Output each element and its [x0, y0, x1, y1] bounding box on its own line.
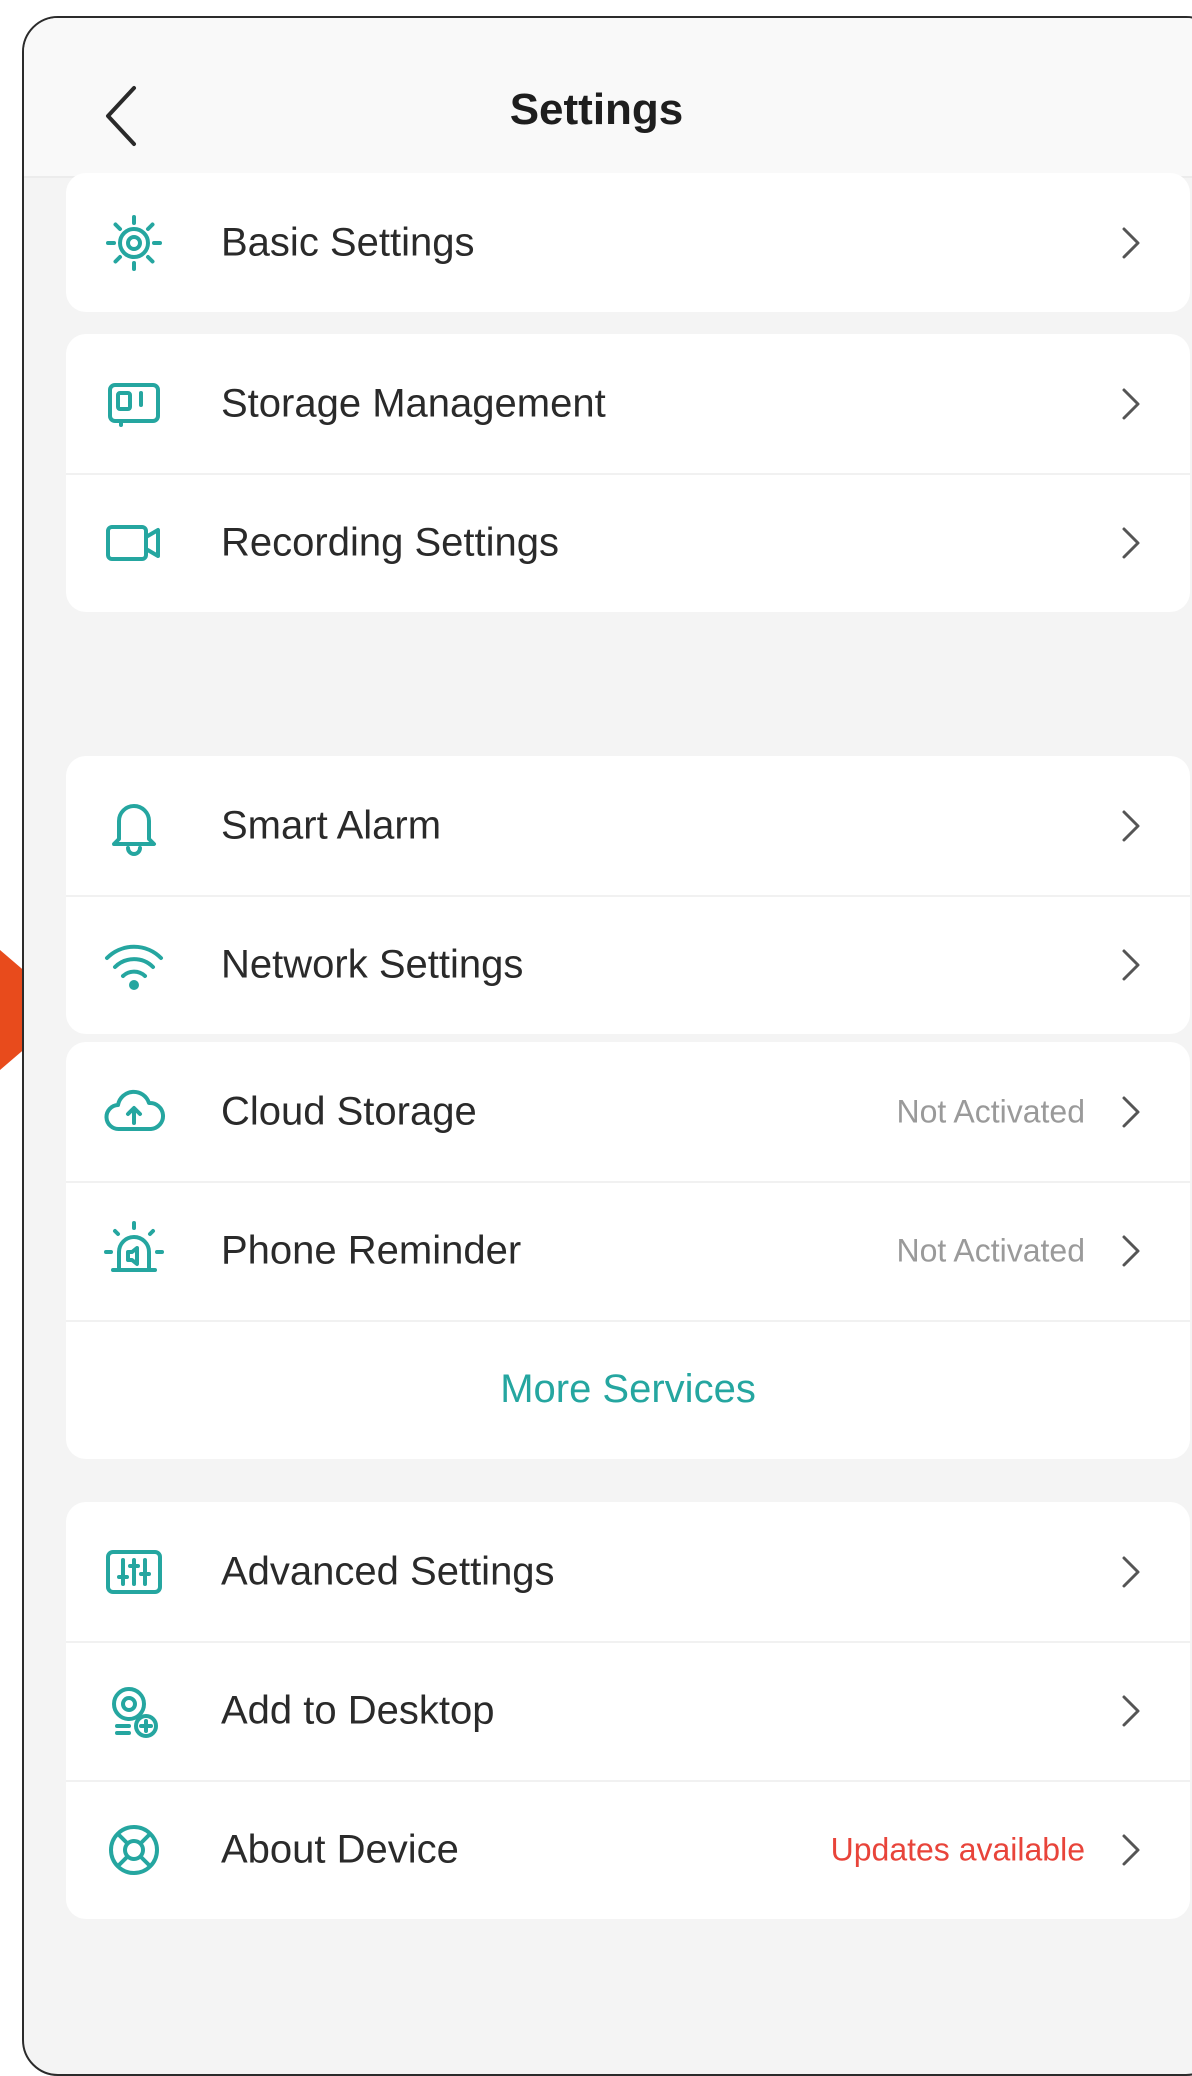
settings-group-alarm-network: Smart Alarm Network Settings	[66, 756, 1190, 1034]
settings-group-services: Cloud Storage Not Activated Phone Remind…	[66, 1042, 1190, 1459]
settings-screen: Settings Basic Settings Storage Manageme…	[22, 16, 1192, 2076]
settings-group-basic: Basic Settings	[66, 173, 1190, 312]
lifebuoy-icon	[101, 1817, 167, 1883]
sliders-icon	[101, 1539, 167, 1605]
settings-group-device: Advanced Settings Add to Desktop About D…	[66, 1502, 1190, 1919]
more-services-link[interactable]: More Services	[66, 1320, 1190, 1459]
wifi-icon	[101, 932, 167, 998]
storage-icon	[101, 371, 167, 437]
chevron-right-icon	[1122, 949, 1140, 980]
bell-icon	[101, 793, 167, 859]
row-label: Network Settings	[221, 942, 524, 986]
chevron-right-icon	[1122, 1096, 1140, 1127]
more-services-label: More Services	[500, 1367, 756, 1411]
row-cloud-storage[interactable]: Cloud Storage Not Activated	[66, 1042, 1190, 1181]
row-label: Cloud Storage	[221, 1089, 477, 1133]
chevron-right-icon	[1122, 527, 1140, 558]
update-status-text: Updates available	[830, 1831, 1085, 1867]
chevron-right-icon	[1122, 1556, 1140, 1587]
row-label: Smart Alarm	[221, 803, 442, 847]
row-recording-settings[interactable]: Recording Settings	[66, 473, 1190, 612]
row-label: Recording Settings	[221, 520, 559, 564]
row-storage-management[interactable]: Storage Management	[66, 334, 1190, 473]
nav-header: Settings	[24, 18, 1192, 178]
siren-icon	[101, 1218, 167, 1284]
chevron-right-icon	[1122, 1834, 1140, 1865]
chevron-right-icon	[1122, 810, 1140, 841]
row-label: Basic Settings	[221, 220, 475, 264]
chevron-right-icon	[1122, 1695, 1140, 1726]
row-basic-settings[interactable]: Basic Settings	[66, 173, 1190, 312]
row-label: Storage Management	[221, 381, 606, 425]
row-label: About Device	[221, 1827, 459, 1871]
row-label: Advanced Settings	[221, 1549, 555, 1593]
chevron-right-icon	[1122, 388, 1140, 419]
chevron-right-icon	[1122, 1235, 1140, 1266]
gear-icon	[101, 210, 167, 276]
video-camera-icon	[101, 510, 167, 576]
row-smart-alarm[interactable]: Smart Alarm	[66, 756, 1190, 895]
status-text: Not Activated	[896, 1232, 1085, 1268]
status-text: Not Activated	[896, 1093, 1085, 1129]
settings-group-storage: Storage Management Recording Settings	[66, 334, 1190, 612]
row-network-settings[interactable]: Network Settings	[66, 895, 1190, 1034]
row-label: Add to Desktop	[221, 1688, 495, 1732]
row-add-to-desktop[interactable]: Add to Desktop	[66, 1641, 1190, 1780]
row-label: Phone Reminder	[221, 1228, 522, 1272]
page-title: Settings	[509, 85, 684, 134]
row-phone-reminder[interactable]: Phone Reminder Not Activated	[66, 1181, 1190, 1320]
row-advanced-settings[interactable]: Advanced Settings	[66, 1502, 1190, 1641]
chevron-right-icon	[1122, 227, 1140, 258]
cloud-upload-icon	[101, 1079, 167, 1145]
add-to-desktop-icon	[101, 1678, 167, 1744]
row-about-device[interactable]: About Device Updates available	[66, 1780, 1190, 1919]
